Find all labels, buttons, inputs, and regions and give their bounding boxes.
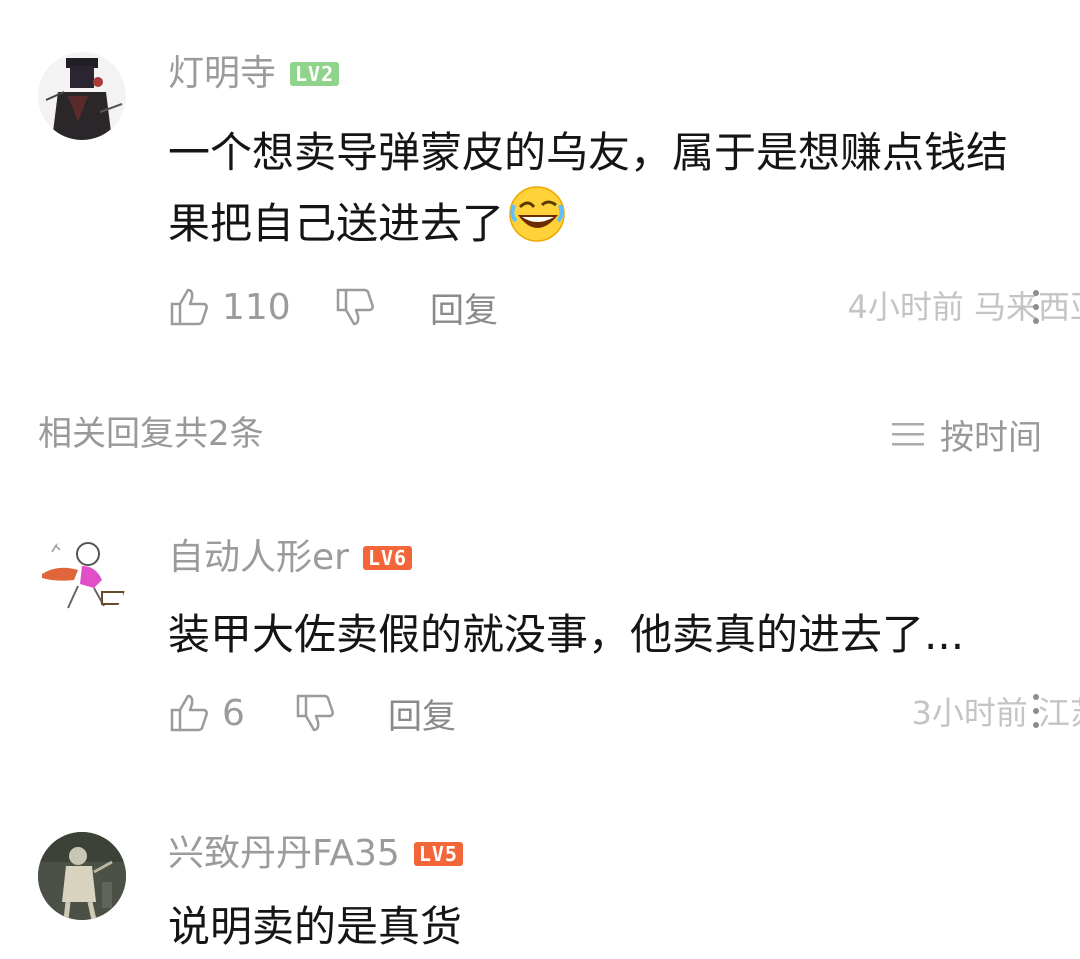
dislike-button[interactable] xyxy=(294,688,336,738)
reply-button[interactable]: 回复 xyxy=(430,282,498,332)
reply-text: 装甲大佐卖假的就没事，他卖真的进去了... xyxy=(168,610,965,659)
avatar[interactable] xyxy=(38,832,126,920)
reply-meta: 3小时前 江苏 xyxy=(911,694,1080,732)
username[interactable]: 自动人形er LV6 xyxy=(168,536,413,580)
menu-lines-icon xyxy=(892,423,924,446)
comment-line-1: 一个想卖导弹蒙皮的乌友，属于是想赚点钱结 xyxy=(168,128,1009,177)
thumbs-down-icon xyxy=(296,694,334,732)
laughing-crying-emoji-icon xyxy=(508,185,566,261)
comment-meta: 4小时前 马来西亚 xyxy=(847,288,1080,326)
like-count: 6 xyxy=(222,692,245,734)
like-button[interactable]: 110 xyxy=(168,282,291,332)
reply-label[interactable]: 回复 xyxy=(388,689,456,738)
thumbs-up-icon xyxy=(170,288,208,326)
username[interactable]: 灯明寺 LV2 xyxy=(168,52,340,96)
username-text[interactable]: 兴致丹丹FA35 xyxy=(168,832,400,876)
comment-main: 灯明寺 LV2 一个想卖导弹蒙皮的乌友，属于是想赚点钱结 果把自己送进去了 11… xyxy=(0,0,1080,380)
sort-label[interactable]: 按时间 xyxy=(940,410,1042,459)
replies-header: 相关回复共2条 按时间 xyxy=(0,408,1080,460)
thumbs-up-icon xyxy=(170,694,208,732)
comment-actions: 110 回复 4小时前 马来西亚 xyxy=(168,282,1080,332)
like-count: 110 xyxy=(222,286,291,328)
more-options-icon[interactable] xyxy=(1032,694,1040,732)
reply-text: 说明卖的是真货 xyxy=(168,902,463,951)
thumbs-down-icon xyxy=(336,288,374,326)
username[interactable]: 兴致丹丹FA35 LV5 xyxy=(168,832,463,876)
avatar-image xyxy=(38,52,126,140)
comment-line-2-row: 果把自己送进去了 xyxy=(168,185,1058,261)
avatar[interactable] xyxy=(38,536,126,624)
avatar-image xyxy=(38,832,126,920)
reply-actions: 6 回复 3小时前 江苏 xyxy=(168,688,1080,738)
like-button[interactable]: 6 xyxy=(168,688,245,738)
sort-button[interactable]: 按时间 xyxy=(890,408,1042,460)
username-text[interactable]: 灯明寺 xyxy=(168,52,276,96)
level-badge: LV5 xyxy=(413,842,463,866)
level-badge: LV6 xyxy=(362,546,413,570)
comment-line-2: 果把自己送进去了 xyxy=(168,198,505,248)
avatar-image xyxy=(38,536,126,624)
avatar[interactable] xyxy=(38,52,126,140)
level-badge: LV2 xyxy=(290,62,340,86)
username-text[interactable]: 自动人形er xyxy=(168,536,349,580)
comment-text: 一个想卖导弹蒙皮的乌友，属于是想赚点钱结 果把自己送进去了 xyxy=(168,120,1058,261)
replies-count-title: 相关回复共2条 xyxy=(38,414,264,454)
dislike-button[interactable] xyxy=(334,282,376,332)
more-options-icon[interactable] xyxy=(1032,290,1040,328)
reply-label[interactable]: 回复 xyxy=(430,283,498,332)
reply-button[interactable]: 回复 xyxy=(388,688,456,738)
